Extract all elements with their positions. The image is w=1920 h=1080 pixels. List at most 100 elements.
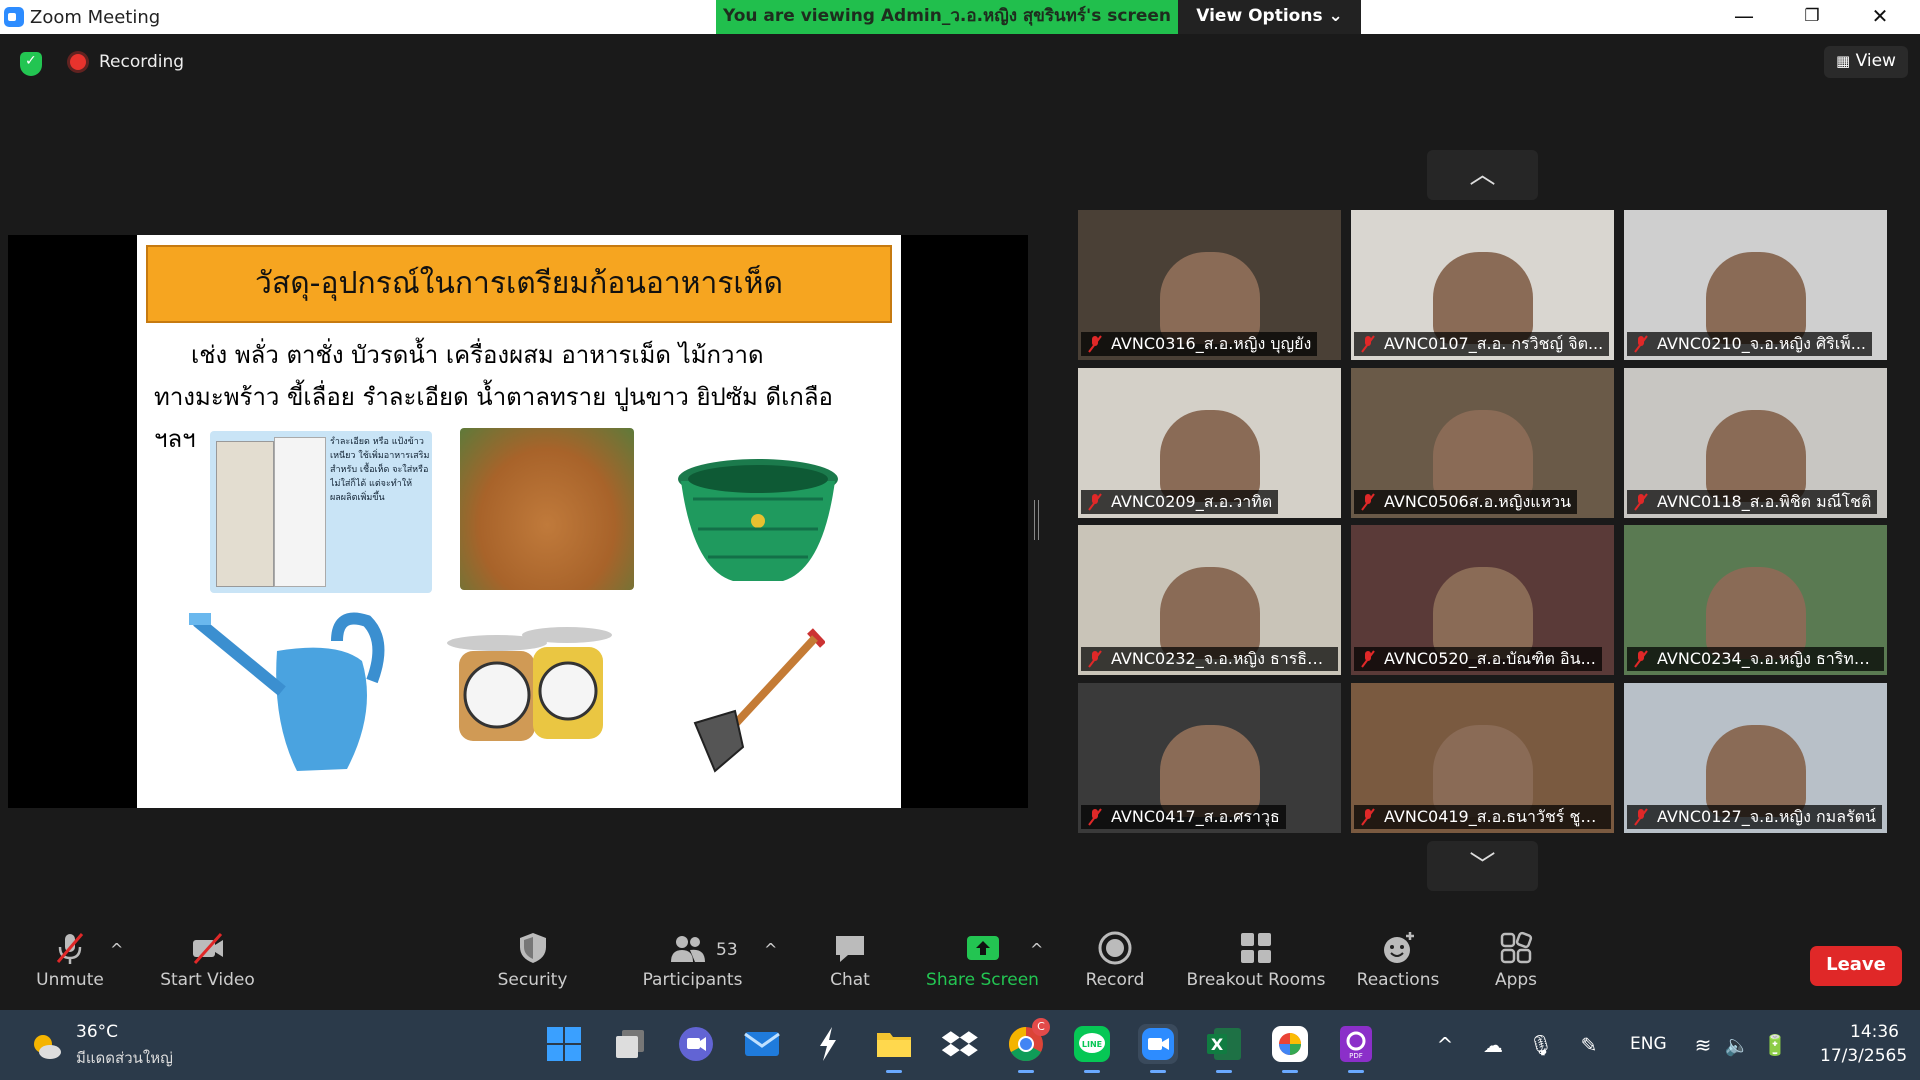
record-icon — [1098, 931, 1132, 965]
microphone-tray-icon[interactable]: 🎙 — [1528, 1032, 1554, 1058]
apps-button[interactable]: Apps — [1478, 918, 1554, 1010]
volume-icon[interactable]: 🔈 — [1724, 1032, 1750, 1058]
participant-tile[interactable]: AVNC0210_จ.อ.หญิง ศิริเพ็... — [1624, 210, 1887, 360]
participant-video-avatar — [1705, 567, 1806, 659]
gallery-page-down-button[interactable]: ﹀ — [1427, 841, 1538, 891]
view-options-button[interactable]: View Options ⌄ — [1178, 0, 1361, 34]
chevron-up-icon: ︿ — [1469, 160, 1496, 190]
participant-name: AVNC0107_ส.อ. กรวิชญ์ จิต... — [1354, 332, 1610, 356]
minimize-icon[interactable]: — — [1710, 0, 1778, 34]
muted-mic-icon — [1634, 335, 1648, 353]
security-shield-icon[interactable] — [20, 52, 42, 76]
chrome-icon[interactable]: C — [1006, 1018, 1050, 1073]
battery-charging-icon[interactable]: 🔋 — [1762, 1032, 1788, 1058]
participants-count: 53 — [716, 940, 738, 960]
dropbox-icon[interactable] — [940, 1024, 980, 1064]
participant-tile[interactable]: AVNC0118_ส.อ.พิชิต มณีโชติ — [1624, 368, 1887, 518]
gallery-page-up-button[interactable]: ︿ — [1427, 150, 1538, 200]
grid-icon: ▦ — [1836, 52, 1851, 70]
participant-tile[interactable]: AVNC0107_ส.อ. กรวิชญ์ จิต... — [1351, 210, 1614, 360]
muted-mic-icon — [1634, 493, 1648, 511]
weather-description[interactable]: มีแดดส่วนใหญ่ — [76, 1046, 173, 1070]
mail-icon[interactable] — [742, 1024, 782, 1064]
reactions-button[interactable]: Reactions — [1353, 918, 1443, 1010]
share-screen-button[interactable]: Share Screen — [925, 918, 1040, 1010]
presentation-slide: วัสดุ-อุปกรณ์ในการเตรียมก้อนอาหารเห็ด เช… — [137, 235, 901, 808]
viewing-screen-banner: You are viewing Admin_ว.อ.หญิง สุขรินทร์… — [716, 0, 1178, 34]
participant-tile[interactable]: AVNC0506ส.อ.หญิงแหวน — [1351, 368, 1614, 518]
security-button[interactable]: Security — [490, 918, 575, 1010]
shared-screen[interactable]: วัสดุ-อุปกรณ์ในการเตรียมก้อนอาหารเห็ด เช… — [8, 235, 1028, 808]
green-basket-icon — [678, 459, 838, 581]
photos-app-icon[interactable] — [1270, 1024, 1310, 1073]
video-off-icon — [192, 932, 223, 965]
pen-tray-icon[interactable]: ✎ — [1576, 1032, 1602, 1058]
clock-time[interactable]: 14:36 — [1850, 1022, 1899, 1042]
participant-video-avatar — [1432, 410, 1533, 502]
chrome-notification-badge: C — [1032, 1018, 1050, 1036]
share-screen-icon — [966, 936, 999, 960]
clock-date[interactable]: 17/3/2565 — [1820, 1046, 1907, 1066]
participant-tile[interactable]: AVNC0127_จ.อ.หญิง กมลรัตน์ — [1624, 683, 1887, 833]
breakout-rooms-button[interactable]: Breakout Rooms — [1182, 918, 1330, 1010]
audio-options-caret-icon[interactable]: ^ — [110, 940, 123, 959]
slide-text-line-1: เช่ง พลั่ว ตาชั่ง บัวรดน้ำ เครื่องผสม อา… — [191, 341, 764, 369]
participant-name: AVNC0232_จ.อ.หญิง ธารธิด... — [1081, 647, 1338, 671]
participants-options-caret-icon[interactable]: ^ — [764, 940, 777, 959]
bran-bag-icon — [216, 441, 274, 587]
recording-dot-icon — [70, 54, 86, 70]
participant-name: AVNC0419_ส.อ.ธนาวัชร์ ชูช... — [1354, 805, 1611, 829]
participant-tile[interactable]: AVNC0234_จ.อ.หญิง ธาริทพ... — [1624, 525, 1887, 675]
participant-tile[interactable]: AVNC0209_ส.อ.วาทิต — [1078, 368, 1341, 518]
participant-tile[interactable]: AVNC0417_ส.อ.ศราวุธ — [1078, 683, 1341, 833]
input-language[interactable]: ENG — [1630, 1034, 1667, 1054]
lightning-app-icon[interactable] — [808, 1024, 848, 1064]
participant-video-avatar — [1705, 410, 1806, 502]
unmute-button[interactable]: Unmute — [30, 918, 110, 1010]
weather-temperature[interactable]: 36°C — [76, 1022, 118, 1042]
task-view-icon[interactable] — [610, 1024, 650, 1064]
start-video-button[interactable]: Start Video — [155, 918, 260, 1010]
flour-bag-icon — [274, 437, 326, 587]
chat-button[interactable]: Chat — [810, 918, 890, 1010]
tray-overflow-chevron-icon[interactable]: ^ — [1432, 1032, 1458, 1058]
security-label: Security — [497, 970, 568, 990]
participant-tile[interactable]: AVNC0520_ส.อ.บัณฑิต อิน... — [1351, 525, 1614, 675]
teams-chat-icon[interactable] — [676, 1024, 716, 1064]
line-app-icon[interactable]: LINE — [1072, 1024, 1112, 1073]
close-icon[interactable]: ✕ — [1846, 0, 1914, 34]
restore-icon[interactable]: ❐ — [1778, 0, 1846, 34]
reactions-label: Reactions — [1356, 970, 1440, 990]
leave-button[interactable]: Leave — [1810, 946, 1902, 986]
muted-mic-icon — [1634, 808, 1648, 826]
mic-off-icon — [56, 933, 84, 964]
chat-label: Chat — [830, 970, 870, 990]
windows-start-icon[interactable] — [544, 1024, 584, 1064]
share-options-caret-icon[interactable]: ^ — [1030, 940, 1043, 959]
pdf-app-icon[interactable]: PDF — [1336, 1024, 1376, 1073]
slide-title: วัสดุ-อุปกรณ์ในการเตรียมก้อนอาหารเห็ด — [146, 245, 892, 323]
shield-icon — [519, 933, 546, 963]
view-label: View — [1855, 51, 1896, 71]
record-button[interactable]: Record — [1075, 918, 1155, 1010]
excel-icon[interactable]: X — [1204, 1024, 1244, 1073]
muted-mic-icon — [1361, 493, 1375, 511]
apps-label: Apps — [1494, 970, 1538, 990]
split-view-handle[interactable] — [1034, 500, 1039, 540]
participants-button[interactable]: 53 Participants — [630, 918, 755, 1010]
wifi-icon[interactable]: ≋ — [1690, 1032, 1716, 1058]
muted-mic-icon — [1088, 493, 1102, 511]
onedrive-cloud-icon[interactable]: ☁ — [1480, 1032, 1506, 1058]
participant-video-avatar — [1432, 567, 1533, 659]
file-explorer-icon[interactable] — [874, 1024, 914, 1073]
view-button[interactable]: ▦ View — [1824, 46, 1908, 78]
participant-tile[interactable]: AVNC0232_จ.อ.หญิง ธารธิด... — [1078, 525, 1341, 675]
window-title-bar: Zoom Meeting You are viewing Admin_ว.อ.ห… — [0, 0, 1920, 34]
participant-tile[interactable]: AVNC0316_ส.อ.หญิง บุญยัง — [1078, 210, 1341, 360]
watering-can-icon — [189, 612, 385, 771]
zoom-taskbar-icon[interactable] — [1138, 1024, 1178, 1073]
weather-partly-sunny-icon[interactable] — [30, 1030, 62, 1062]
muted-mic-icon — [1634, 650, 1648, 668]
participant-tile[interactable]: AVNC0419_ส.อ.ธนาวัชร์ ชูช... — [1351, 683, 1614, 833]
bran-caption: รำละเอียด หรือ แป้งข้าวเหนียว ใช้เพิ่มอา… — [330, 437, 430, 503]
